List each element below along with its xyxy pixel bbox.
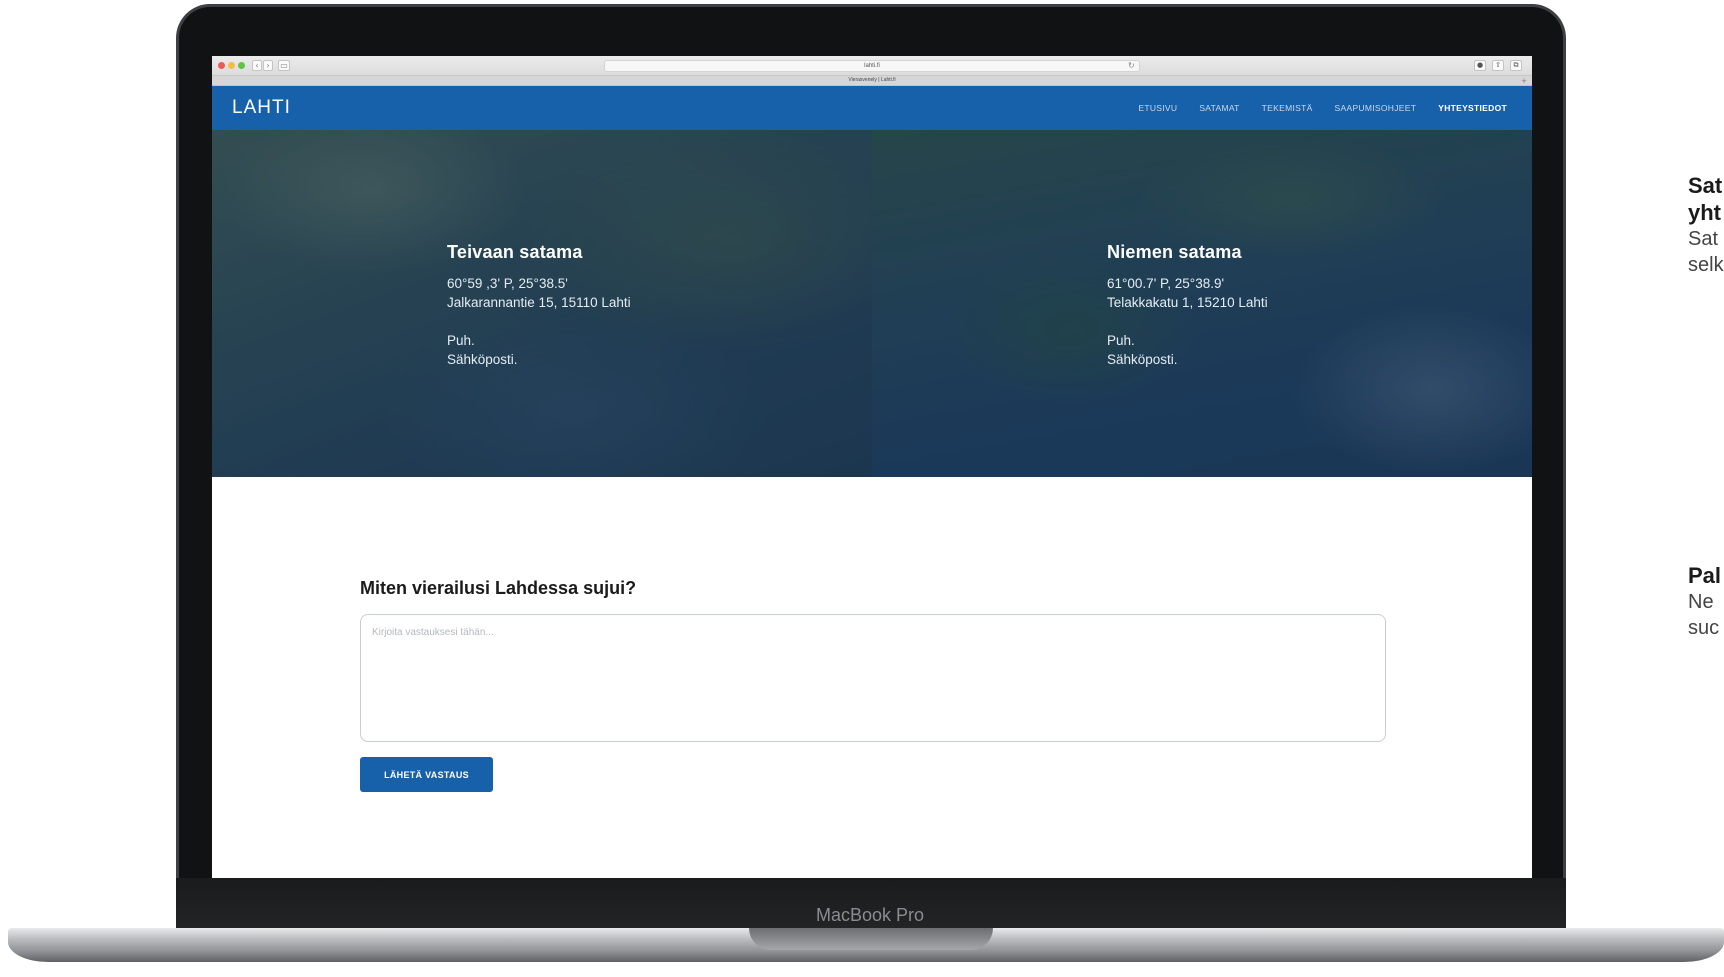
sidebar-icon[interactable]: ▭ <box>278 60 290 71</box>
harbor-email[interactable]: Sähköposti. <box>1107 350 1268 369</box>
side-annotation-text: suc <box>1688 617 1720 639</box>
harbor-hero: Teivaan satama 60°59 ,3' P, 25°38.5' Jal… <box>212 130 1532 477</box>
extension-icon[interactable]: ● <box>1474 60 1486 71</box>
minimize-window-button[interactable] <box>228 62 235 69</box>
device-label: MacBook Pro <box>815 905 925 925</box>
harbor-name: Teivaan satama <box>447 242 583 262</box>
browser-toolbar: ‹ › ▭ lahti.fi ↻ ● ⇧ ⧉ <box>212 56 1532 76</box>
side-annotation-text: Sat <box>1688 228 1719 250</box>
site-logo[interactable]: LAHTI <box>232 86 291 130</box>
side-annotation-text: Ne <box>1688 591 1714 613</box>
laptop-notch <box>749 928 993 950</box>
maximize-window-button[interactable] <box>238 62 245 69</box>
new-tab-icon[interactable]: + <box>1520 77 1528 85</box>
side-annotation: Pal Ne suc <box>1688 562 1721 641</box>
site-header: LAHTI ETUSIVU SATAMAT TEKEMISTÄ SAAPUMIS… <box>212 86 1532 130</box>
nav-item-tekemista[interactable]: TEKEMISTÄ <box>1262 103 1313 113</box>
tab-strip: Vierasvenely | Lahti.fi + <box>212 76 1532 86</box>
share-icon[interactable]: ⇧ <box>1492 60 1504 71</box>
address-bar[interactable]: lahti.fi <box>604 60 1140 72</box>
harbor-coordinates: 61°00.7' P, 25°38.9' <box>1107 276 1225 291</box>
harbor-name: Niemen satama <box>1107 242 1242 262</box>
laptop-screen: ‹ › ▭ lahti.fi ↻ ● ⇧ ⧉ Vierasvenely | La… <box>212 56 1532 878</box>
nav-item-saapumisohjeet[interactable]: SAAPUMISOHJEET <box>1335 103 1417 113</box>
reload-icon[interactable]: ↻ <box>1128 60 1135 71</box>
back-icon[interactable]: ‹ <box>252 60 262 71</box>
feedback-title: Miten vierailusi Lahdessa sujui? <box>360 578 637 598</box>
close-window-button[interactable] <box>218 62 225 69</box>
feedback-textarea[interactable] <box>360 614 1386 742</box>
side-annotation-title: Sat <box>1688 173 1723 198</box>
harbor-address: Telakkakatu 1, 15210 Lahti <box>1107 295 1268 310</box>
harbor-card: Teivaan satama 60°59 ,3' P, 25°38.5' Jal… <box>447 242 631 369</box>
harbor-coordinates: 60°59 ,3' P, 25°38.5' <box>447 276 568 291</box>
side-annotation-title: Pal <box>1688 563 1722 588</box>
harbor-address: Jalkarannantie 15, 15110 Lahti <box>447 295 631 310</box>
side-annotation-title: yht <box>1688 200 1721 225</box>
tabs-overview-icon[interactable]: ⧉ <box>1510 60 1522 71</box>
harbor-card: Niemen satama 61°00.7' P, 25°38.9' Telak… <box>1107 242 1268 369</box>
hero-overlay <box>212 130 1532 477</box>
side-annotation-text: selk <box>1688 254 1724 276</box>
main-navigation: ETUSIVU SATAMAT TEKEMISTÄ SAAPUMISOHJEET… <box>1138 86 1507 130</box>
harbor-phone[interactable]: Puh. <box>447 331 631 350</box>
harbor-email[interactable]: Sähköposti. <box>447 350 631 369</box>
nav-item-satamat[interactable]: SATAMAT <box>1199 103 1239 113</box>
nav-item-etusivu[interactable]: ETUSIVU <box>1138 103 1177 113</box>
side-annotation: Sat yht Sat selk <box>1688 172 1724 278</box>
tab-active[interactable]: Vierasvenely | Lahti.fi <box>212 76 1532 85</box>
nav-item-yhteystiedot[interactable]: YHTEYSTIEDOT <box>1438 103 1507 113</box>
submit-feedback-button[interactable]: LÄHETÄ VASTAUS <box>360 757 493 792</box>
harbor-phone[interactable]: Puh. <box>1107 331 1268 350</box>
forward-icon[interactable]: › <box>263 60 273 71</box>
